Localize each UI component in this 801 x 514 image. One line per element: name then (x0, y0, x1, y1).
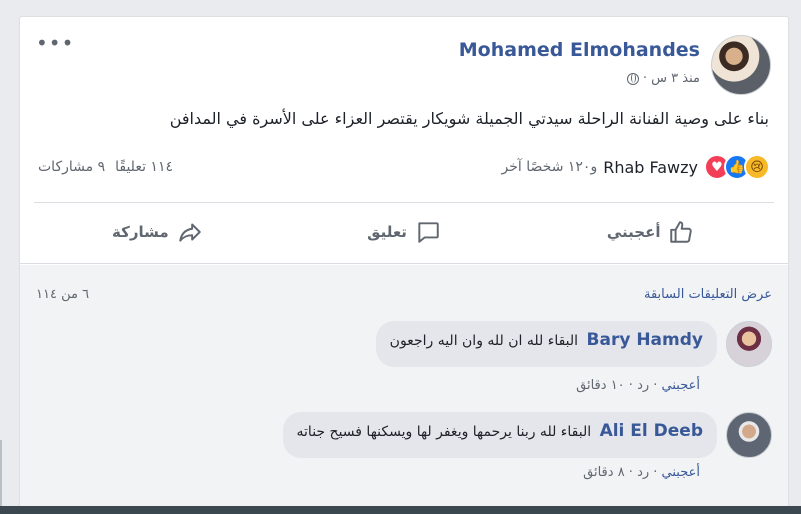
comment-actions: أعجبني · رد · ٨ دقائق (583, 465, 700, 480)
comment-item: Ali El Deeb البقاء لله ربنا يرحمها ويغفر… (282, 412, 772, 458)
like-button[interactable]: أعجبني (527, 214, 774, 250)
comment-bubble: Ali El Deeb البقاء لله ربنا يرحمها ويغفر… (282, 412, 717, 458)
comment-meta: · رد · ٨ دقائق (583, 465, 662, 480)
comment-like-link[interactable]: أعجبني (662, 465, 700, 480)
divider (20, 263, 788, 264)
thumbs-up-icon (670, 221, 693, 243)
comments-count[interactable]: ١١٤ تعليقًا (115, 159, 173, 175)
avatar[interactable] (726, 412, 772, 458)
engagement-counts: ١١٤ تعليقًا ٩ مشاركات (38, 159, 173, 175)
divider (34, 202, 774, 203)
post-actions: أعجبني تعليق مشاركة (34, 214, 774, 250)
sad-icon: 😢 (744, 154, 770, 180)
window-edge (0, 440, 2, 514)
comment-item: Bary Hamdy البقاء لله ان لله وان اليه را… (375, 321, 772, 367)
reactor-others[interactable]: و١٢٠ شخصًا آخر (502, 159, 598, 175)
reactions-summary[interactable]: ♥ 👍 😢 Rhab Fawzy و١٢٠ شخصًا آخر (502, 154, 770, 180)
view-previous-comments[interactable]: عرض التعليقات السابقة (644, 287, 772, 302)
comment-label: تعليق (367, 223, 407, 241)
post-text: بناء على وصية الفنانة الراحلة سيدتي الجم… (169, 109, 769, 128)
commenter-name[interactable]: Ali El Deeb (600, 421, 703, 441)
share-button[interactable]: مشاركة (34, 214, 281, 250)
comment-text: البقاء لله ربنا يرحمها ويغفر لها ويسكنها… (296, 424, 592, 440)
comment-meta: · رد · ١٠ دقائق (576, 378, 662, 393)
author-name[interactable]: Mohamed Elmohandes (459, 39, 700, 61)
globe-icon[interactable] (626, 72, 639, 85)
comment-text: البقاء لله ان لله وان اليه راجعون (389, 333, 579, 349)
comment-button[interactable]: تعليق (281, 214, 528, 250)
more-options-icon[interactable]: ••• (36, 33, 74, 53)
comments-page-count: ٦ من ١١٤ (36, 287, 90, 302)
post-time[interactable]: منذ ٣ س · (643, 71, 700, 86)
shares-count[interactable]: ٩ مشاركات (38, 159, 105, 175)
like-label: أعجبني (606, 223, 661, 241)
comments-section: عرض التعليقات السابقة ٦ من ١١٤ Bary Hamd… (20, 265, 788, 513)
reaction-icons: ♥ 👍 😢 (704, 154, 770, 180)
share-label: مشاركة (112, 223, 169, 241)
author-avatar[interactable] (711, 35, 771, 95)
comment-bubble: Bary Hamdy البقاء لله ان لله وان اليه را… (375, 321, 717, 367)
comment-icon (418, 222, 439, 243)
avatar[interactable] (726, 321, 772, 367)
post-meta: منذ ٣ س · (626, 71, 700, 86)
share-icon (178, 223, 201, 242)
post-card: ••• Mohamed Elmohandes منذ ٣ س · بناء عل… (19, 16, 789, 514)
comment-actions: أعجبني · رد · ١٠ دقائق (576, 378, 700, 393)
reactor-name[interactable]: Rhab Fawzy (603, 158, 698, 177)
commenter-name[interactable]: Bary Hamdy (587, 330, 703, 350)
comment-like-link[interactable]: أعجبني (662, 378, 700, 393)
taskbar-strip (0, 506, 801, 514)
